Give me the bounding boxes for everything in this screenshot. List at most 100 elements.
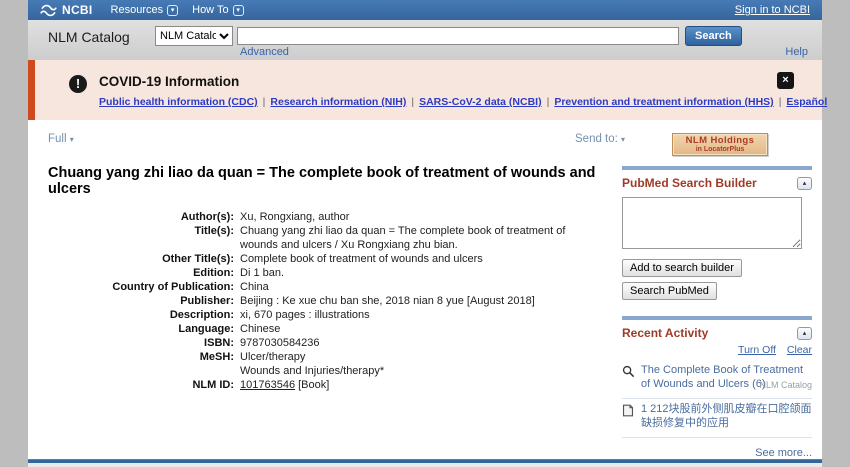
separator: | bbox=[779, 96, 782, 108]
page-title: NLM Catalog bbox=[48, 29, 130, 45]
record-type-label: [Book] bbox=[295, 379, 329, 391]
howto-chevron-icon: ▾ bbox=[233, 5, 244, 16]
field-value: Di 1 ban. bbox=[240, 266, 284, 280]
ncbi-data-link[interactable]: SARS-CoV-2 data (NCBI) bbox=[419, 96, 542, 108]
mesh-term: Wounds and Injuries/therapy* bbox=[240, 364, 384, 378]
footer-spacer bbox=[28, 463, 822, 467]
resources-chevron-icon: ▾ bbox=[167, 5, 178, 16]
search-icon bbox=[622, 364, 636, 391]
send-to-dropdown[interactable]: Send to: ▾ bbox=[575, 133, 625, 145]
field-label: ISBN: bbox=[48, 336, 240, 350]
field-row-language: Language: Chinese bbox=[48, 322, 602, 336]
see-more-link[interactable]: See more... bbox=[622, 447, 812, 459]
field-row-titles: Title(s): Chuang yang zhi liao da quan =… bbox=[48, 224, 602, 252]
search-builder-textarea[interactable] bbox=[622, 197, 802, 249]
nlm-holdings-button[interactable]: NLM Holdings in LocatorPlus bbox=[672, 133, 768, 156]
clear-link[interactable]: Clear bbox=[787, 344, 812, 356]
howto-menu[interactable]: How To ▾ bbox=[192, 4, 243, 16]
resources-menu[interactable]: Resources ▾ bbox=[111, 4, 179, 16]
separator: | bbox=[411, 96, 414, 108]
advanced-link[interactable]: Advanced bbox=[240, 46, 289, 58]
collapse-icon[interactable]: ▴ bbox=[797, 327, 812, 340]
recent-activity-item: 1 212块股前外侧肌皮瓣在口腔颌面缺损修复中的应用 bbox=[622, 399, 812, 438]
record-details: Chuang yang zhi liao da quan = The compl… bbox=[48, 162, 602, 459]
chevron-down-icon: ▾ bbox=[70, 135, 74, 144]
separator: | bbox=[263, 96, 266, 108]
field-value: Chuang yang zhi liao da quan = The compl… bbox=[240, 224, 592, 252]
recent-activity-controls: Turn Off Clear bbox=[622, 344, 812, 356]
turn-off-link[interactable]: Turn Off bbox=[738, 344, 776, 356]
sign-in-link[interactable]: Sign in to NCBI bbox=[735, 4, 810, 16]
recent-activity-source: NLM Catalog bbox=[759, 380, 812, 390]
field-label: Author(s): bbox=[48, 210, 240, 224]
field-row-nlm-id: NLM ID: 101763546 [Book] bbox=[48, 378, 602, 392]
ncbi-brand[interactable]: NCBI bbox=[62, 3, 93, 17]
main-content: Chuang yang zhi liao da quan = The compl… bbox=[28, 162, 822, 459]
collapse-icon[interactable]: ▴ bbox=[797, 177, 812, 190]
field-value: xi, 670 pages : illustrations bbox=[240, 308, 370, 322]
field-row-publisher: Publisher: Beijing : Ke xue chu ban she,… bbox=[48, 294, 602, 308]
database-select[interactable]: NLM Catalog bbox=[155, 26, 233, 46]
field-value: Complete book of treatment of wounds and… bbox=[240, 252, 483, 266]
search-input[interactable] bbox=[237, 27, 679, 45]
document-icon bbox=[622, 403, 636, 430]
covid-banner-title: COVID-19 Information bbox=[99, 74, 239, 89]
separator: | bbox=[547, 96, 550, 108]
pubmed-builder-title: PubMed Search Builder bbox=[622, 176, 812, 190]
field-label: Description: bbox=[48, 308, 240, 322]
nlm-holdings-label: NLM Holdings bbox=[673, 136, 767, 146]
search-header: NLM Catalog NLM Catalog Search Advanced … bbox=[28, 20, 822, 60]
alert-icon: ! bbox=[69, 75, 87, 93]
nlm-id-link[interactable]: 101763546 bbox=[240, 379, 295, 391]
field-row-other-titles: Other Title(s): Complete book of treatme… bbox=[48, 252, 602, 266]
field-label: Edition: bbox=[48, 266, 240, 280]
howto-menu-label: How To bbox=[192, 4, 228, 16]
display-settings-dropdown[interactable]: Full ▾ bbox=[48, 133, 74, 145]
chevron-down-icon: ▾ bbox=[621, 135, 625, 144]
hhs-link[interactable]: Prevention and treatment information (HH… bbox=[554, 96, 773, 108]
add-to-search-builder-button[interactable]: Add to search builder bbox=[622, 259, 742, 277]
resources-menu-label: Resources bbox=[111, 4, 164, 16]
display-mode-label: Full bbox=[48, 133, 67, 145]
field-row-edition: Edition: Di 1 ban. bbox=[48, 266, 602, 280]
pubmed-search-builder-portlet: PubMed Search Builder ▴ Add to search bu… bbox=[622, 166, 812, 300]
field-value: 101763546 [Book] bbox=[240, 378, 329, 392]
close-icon[interactable]: × bbox=[777, 72, 794, 89]
field-label: Language: bbox=[48, 322, 240, 336]
field-row-isbn: ISBN: 9787030584236 bbox=[48, 336, 602, 350]
mesh-term: Ulcer/therapy bbox=[240, 350, 384, 364]
recent-activity-title: Recent Activity bbox=[622, 326, 812, 340]
recent-activity-item: The Complete Book of Treatment of Wounds… bbox=[622, 360, 812, 399]
field-value: China bbox=[240, 280, 269, 294]
field-value: 9787030584236 bbox=[240, 336, 320, 350]
field-value: Beijing : Ke xue chu ban she, 2018 nian … bbox=[240, 294, 535, 308]
send-to-label: Send to: bbox=[575, 133, 618, 145]
recent-activity-link[interactable]: 1 212块股前外侧肌皮瓣在口腔颌面缺损修复中的应用 bbox=[641, 403, 812, 430]
cdc-link[interactable]: Public health information (CDC) bbox=[99, 96, 258, 108]
field-label: Country of Publication: bbox=[48, 280, 240, 294]
help-link[interactable]: Help bbox=[785, 46, 808, 58]
discovery-sidebar: PubMed Search Builder ▴ Add to search bu… bbox=[622, 162, 812, 459]
field-value: Chinese bbox=[240, 322, 280, 336]
field-row-country: Country of Publication: China bbox=[48, 280, 602, 294]
field-label: Other Title(s): bbox=[48, 252, 240, 266]
field-row-description: Description: xi, 670 pages : illustratio… bbox=[48, 308, 602, 322]
field-value: Ulcer/therapy Wounds and Injuries/therap… bbox=[240, 350, 384, 378]
field-label: Publisher: bbox=[48, 294, 240, 308]
field-label: MeSH: bbox=[48, 350, 240, 378]
covid-banner: ! COVID-19 Information Public health inf… bbox=[28, 60, 822, 120]
ncbi-logo-icon bbox=[40, 4, 57, 17]
search-pubmed-button[interactable]: Search PubMed bbox=[622, 282, 717, 300]
search-button[interactable]: Search bbox=[685, 26, 742, 46]
locatorplus-label: in LocatorPlus bbox=[673, 146, 767, 154]
field-label: Title(s): bbox=[48, 224, 240, 252]
field-label: NLM ID: bbox=[48, 378, 240, 392]
ncbi-topbar: NCBI Resources ▾ How To ▾ Sign in to NCB… bbox=[28, 0, 822, 20]
field-value: Xu, Rongxiang, author bbox=[240, 210, 349, 224]
page: NCBI Resources ▾ How To ▾ Sign in to NCB… bbox=[28, 0, 822, 438]
results-toolbar: Full ▾ Send to: ▾ NLM Holdings in Locato… bbox=[28, 120, 822, 162]
record-title: Chuang yang zhi liao da quan = The compl… bbox=[48, 165, 602, 197]
espanol-link[interactable]: Español bbox=[786, 96, 827, 108]
nih-link[interactable]: Research information (NIH) bbox=[270, 96, 406, 108]
covid-banner-links: Public health information (CDC) | Research… bbox=[99, 96, 827, 108]
